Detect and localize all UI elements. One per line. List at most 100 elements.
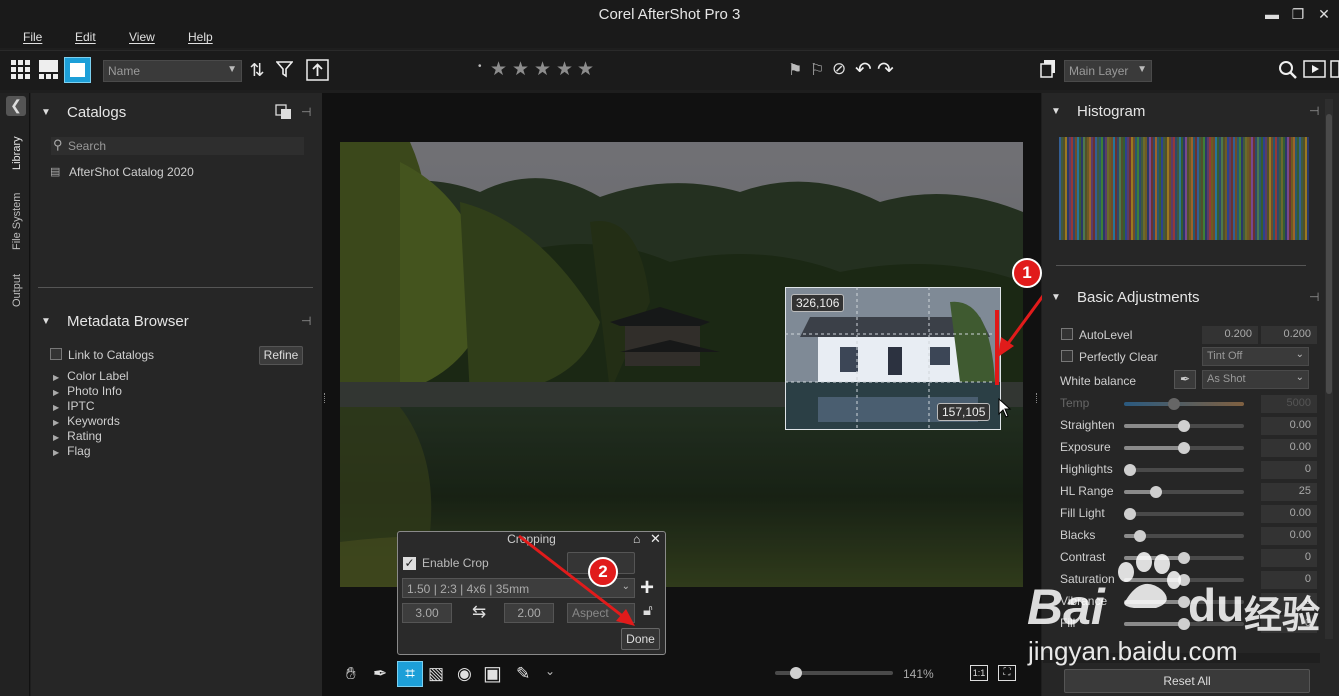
eyedropper-icon[interactable]: ✒ [373,664,387,684]
menu-edit[interactable]: Edit [75,30,96,44]
pin-icon[interactable]: ⊣ [301,105,311,119]
star-icon[interactable]: ★ [512,58,529,81]
slider-knob[interactable] [1133,530,1146,542]
perfectly-clear-checkbox[interactable] [1061,350,1073,362]
expand-triangle-icon[interactable]: ▶ [53,373,59,382]
fit-view-button[interactable]: ⛶ [998,665,1016,681]
wb-select[interactable]: As Shot ⌄ [1202,370,1309,389]
star-icon[interactable]: ★ [490,58,507,81]
expand-triangle-icon[interactable]: ▶ [53,433,59,442]
slider-value-input[interactable]: 0.00 [1261,527,1317,545]
collapse-triangle-icon[interactable]: ▼ [41,107,51,118]
tint-select[interactable]: Tint Off ⌄ [1202,347,1309,366]
crop-tool-button[interactable]: ⌗ [397,661,423,687]
add-preset-icon[interactable]: + [640,574,654,602]
tab-library[interactable]: Library [11,136,23,170]
star-icon[interactable]: ★ [556,58,573,81]
lock-icon[interactable]: 🔓︎ [643,602,653,619]
single-view-button[interactable] [64,57,91,83]
expand-triangle-icon[interactable]: ▶ [53,418,59,427]
menu-file[interactable]: File [23,30,42,44]
metadata-item[interactable]: ▶ IPTC [53,399,95,413]
star-icon[interactable]: ★ [534,58,551,81]
collapse-triangle-icon[interactable]: ▼ [1051,292,1061,303]
flag-clear-icon[interactable]: ⊘ [832,59,846,79]
tab-file-system[interactable]: File System [11,193,23,250]
photo-canvas[interactable] [340,142,1023,587]
slider-knob[interactable] [1150,486,1163,498]
enable-crop-checkbox[interactable]: ✓ [403,557,416,570]
grid-view-icon[interactable] [11,60,30,79]
panel-toggle-icon[interactable] [1330,60,1339,80]
image-tool-icon[interactable]: ▣ [483,661,502,686]
wb-picker-button[interactable]: ✒ [1174,370,1196,389]
rating-clear-icon[interactable]: • [478,61,482,72]
tab-output[interactable]: Output [11,274,23,307]
chevron-down-icon[interactable]: ⌄ [545,664,555,678]
link-catalogs-checkbox[interactable] [50,348,62,360]
autolevel-checkbox[interactable] [1061,328,1073,340]
slider-value-input[interactable]: 5000 [1261,395,1317,413]
brush-tool-icon[interactable]: ✎ [516,664,530,684]
pin-icon[interactable]: ⊣ [1309,104,1319,118]
expand-triangle-icon[interactable]: ▶ [53,448,59,457]
slider-value-input[interactable]: 0 [1261,461,1317,479]
sort-select[interactable]: Name ▼ [103,60,242,82]
autolevel-low-input[interactable]: 0.200 [1202,326,1258,344]
adjustment-slider[interactable] [1124,402,1244,406]
metadata-item[interactable]: ▶ Rating [53,429,102,443]
scrollbar-thumb[interactable] [1326,114,1332,394]
straighten-tool-icon[interactable]: ▧ [428,664,444,684]
splitter-handle[interactable] [1036,393,1039,403]
search-icon[interactable] [1278,60,1298,80]
star-icon[interactable]: ★ [577,58,594,81]
slider-knob[interactable] [1124,508,1136,520]
collapse-triangle-icon[interactable]: ▼ [41,316,51,327]
minimize-button[interactable]: ▬ [1260,4,1284,24]
slideshow-icon[interactable] [1303,60,1327,80]
pin-icon[interactable]: ⊣ [301,314,311,328]
zoom-1to1-button[interactable]: 1:1 [970,665,988,681]
metadata-item[interactable]: ▶ Photo Info [53,384,122,398]
metadata-item[interactable]: ▶ Color Label [53,369,129,383]
slider-value-input[interactable]: 25 [1261,483,1317,501]
metadata-item[interactable]: ▶ Flag [53,444,91,458]
close-button[interactable]: ✕ [1312,4,1336,24]
hand-tool-icon[interactable]: ✋︎ [346,664,356,684]
flag-icon[interactable]: ⚑ [788,60,802,80]
layer-select[interactable]: Main Layer ▼ [1064,60,1152,82]
sort-order-icon[interactable]: ⇅ [246,59,268,81]
menu-view[interactable]: View [129,30,155,44]
filter-icon[interactable] [276,61,293,78]
adjustment-slider[interactable] [1124,512,1244,516]
layers-icon[interactable] [1040,60,1056,78]
expand-triangle-icon[interactable]: ▶ [53,403,59,412]
maximize-button[interactable]: ❐ [1286,4,1310,24]
redeye-tool-icon[interactable]: ◉ [457,664,472,684]
rotate-right-icon[interactable]: ↷ [877,57,894,82]
slider-knob[interactable] [1124,464,1136,476]
metadata-item[interactable]: ▶ Keywords [53,414,120,428]
slider-knob[interactable] [1168,398,1181,410]
autolevel-high-input[interactable]: 0.200 [1261,326,1317,344]
close-icon[interactable]: ✕ [650,531,661,547]
swap-icon[interactable]: ⇆ [472,602,486,622]
flag-reject-icon[interactable]: ⚐ [810,60,824,80]
collapse-left-button[interactable]: ❮ [6,96,26,116]
slider-value-input[interactable]: 0.00 [1261,417,1317,435]
catalog-item[interactable]: AfterShot Catalog 2020 [69,165,194,179]
menu-help[interactable]: Help [188,30,213,44]
search-input[interactable]: ⚲ Search [51,137,304,155]
crop-width-input[interactable]: 3.00 [402,603,452,623]
slider-knob[interactable] [1178,420,1190,432]
export-icon[interactable] [306,59,329,81]
adjustment-slider[interactable] [1124,468,1244,472]
splitter-handle[interactable] [324,393,327,403]
filmstrip-view-icon[interactable] [39,60,58,79]
rotate-left-icon[interactable]: ↶ [855,57,872,82]
slider-value-input[interactable]: 0.00 [1261,439,1317,457]
expand-triangle-icon[interactable]: ▶ [53,388,59,397]
slider-knob[interactable] [1178,442,1190,454]
pin-icon[interactable]: ⊣ [1309,290,1319,304]
refine-button[interactable]: Refine [259,346,303,365]
